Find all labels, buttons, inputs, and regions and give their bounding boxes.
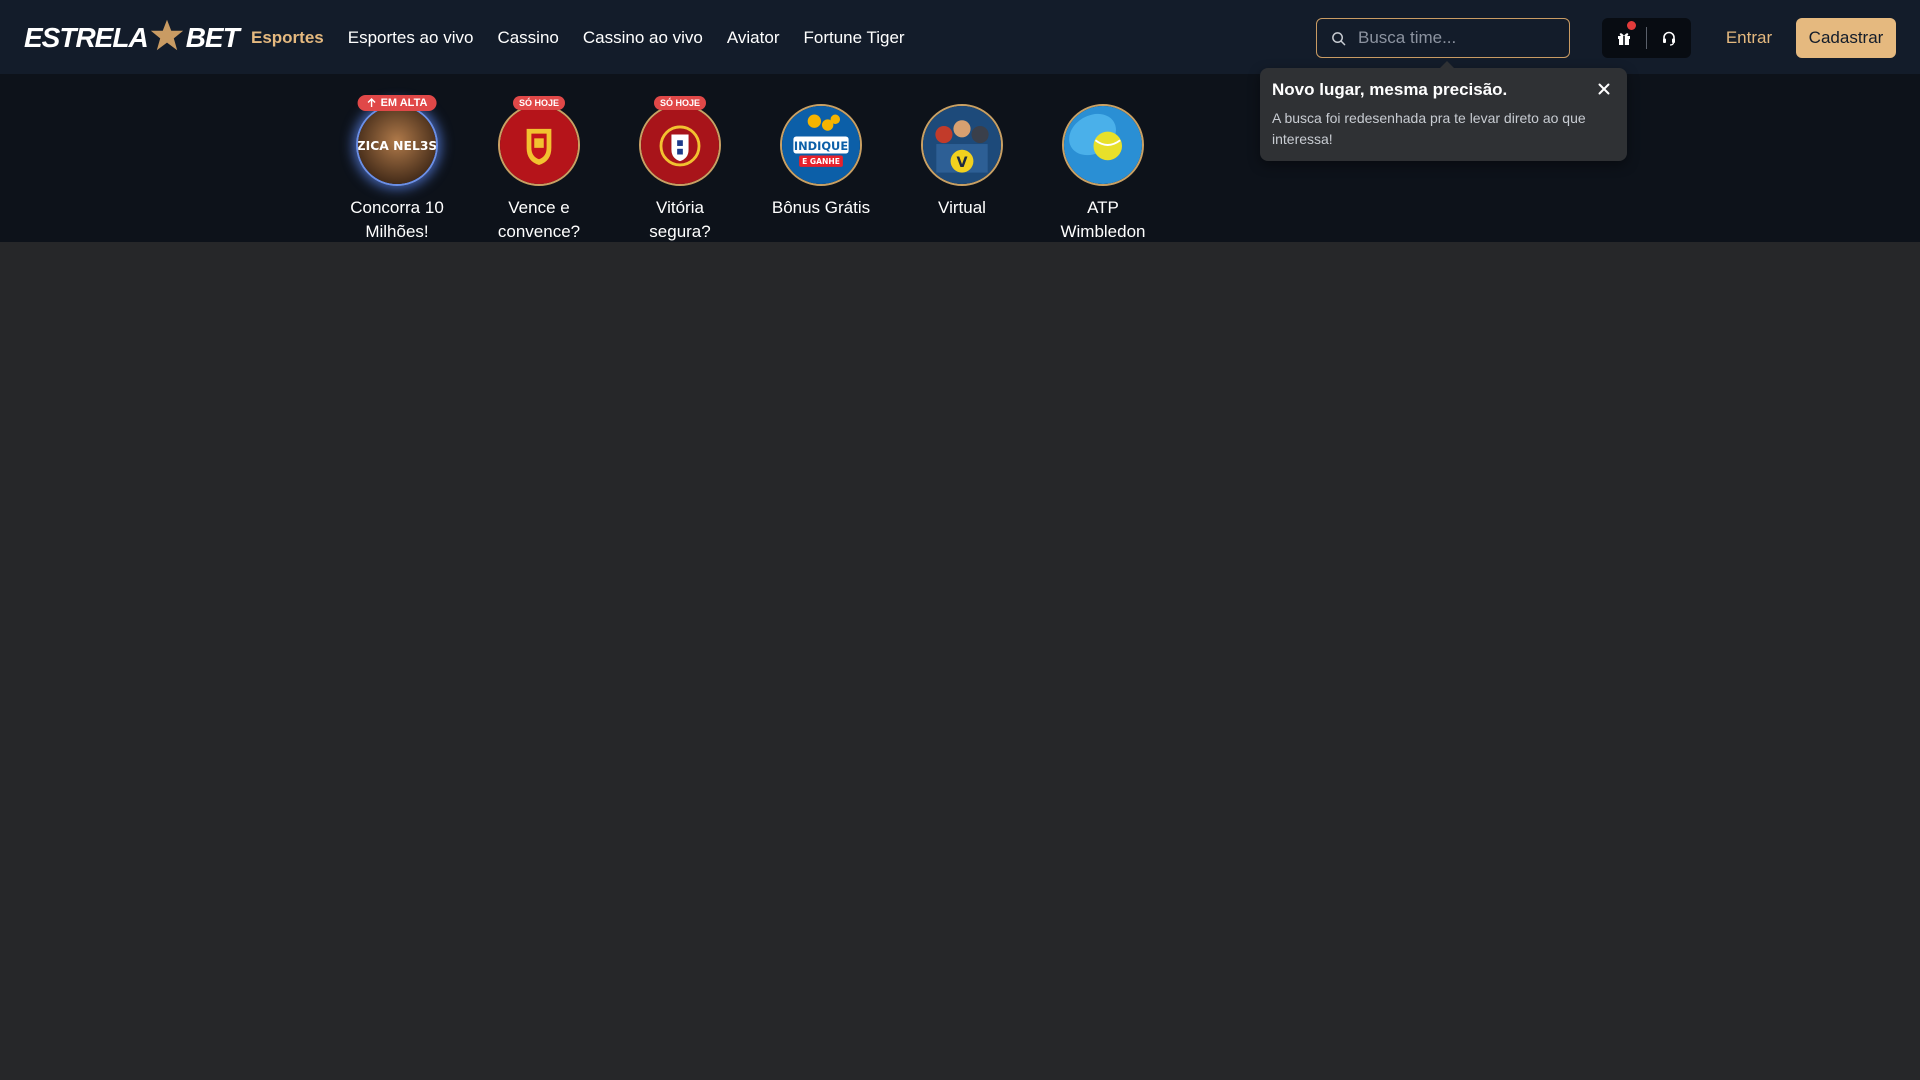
tooltip-close-button[interactable] bbox=[1595, 80, 1613, 98]
top-navigation-bar: ESTRELA BET Esportes Esportes ao vivo Ca… bbox=[0, 0, 1920, 76]
story-thumbnail: V bbox=[921, 104, 1003, 186]
arrow-up-icon bbox=[367, 98, 376, 107]
login-link[interactable]: Entrar bbox=[1716, 18, 1782, 58]
story-thumbnail bbox=[498, 104, 580, 186]
nav-item-esportes[interactable]: Esportes bbox=[251, 0, 324, 76]
tennis-ball-icon bbox=[1064, 106, 1142, 184]
today-badge: SÓ HOJE bbox=[653, 96, 707, 110]
story-item-atp-wimbledon[interactable]: ATP Wimbledon bbox=[1048, 104, 1158, 244]
story-label: ATP Wimbledon bbox=[1060, 198, 1146, 241]
star-icon bbox=[150, 19, 183, 51]
virtual-sports-art: V bbox=[923, 106, 1001, 184]
svg-text:V: V bbox=[956, 155, 967, 171]
story-avatar-wrap: EM ALTA ZICA NEL3S bbox=[356, 95, 438, 186]
support-button[interactable] bbox=[1647, 18, 1691, 58]
story-avatar-wrap: INDIQUE E GANHE bbox=[780, 104, 862, 186]
search-box[interactable] bbox=[1316, 18, 1570, 58]
spain-crest-icon bbox=[500, 106, 578, 184]
notification-dot bbox=[1627, 21, 1636, 30]
search-icon bbox=[1332, 31, 1346, 45]
gift-icon bbox=[1618, 33, 1630, 45]
nav-item-aviator[interactable]: Aviator bbox=[727, 0, 780, 76]
refer-bonus-art: INDIQUE E GANHE bbox=[782, 106, 860, 184]
nav-item-cassino[interactable]: Cassino bbox=[497, 0, 558, 76]
story-thumbnail bbox=[1062, 104, 1144, 186]
story-avatar-wrap bbox=[1062, 104, 1144, 186]
story-label: Concorra 10 Milhões! bbox=[350, 198, 444, 241]
close-icon bbox=[1598, 83, 1610, 95]
svg-text:E GANHE: E GANHE bbox=[802, 157, 840, 166]
story-avatar-wrap: SÓ HOJE bbox=[639, 96, 721, 186]
search-input[interactable] bbox=[1358, 28, 1558, 48]
story-thumbnail bbox=[639, 104, 721, 186]
story-avatar-wrap: SÓ HOJE bbox=[498, 96, 580, 186]
headset-icon bbox=[1663, 31, 1675, 46]
header-icon-group bbox=[1602, 18, 1691, 58]
story-thumbnail: INDIQUE E GANHE bbox=[780, 104, 862, 186]
stories-bar: EM ALTA ZICA NEL3S Concorra 10 Milhões! bbox=[0, 74, 1920, 242]
logo-text-left: ESTRELA bbox=[24, 22, 149, 53]
nav-item-esportes-ao-vivo[interactable]: Esportes ao vivo bbox=[348, 0, 474, 76]
story-item-vence[interactable]: SÓ HOJE Vence e convence? bbox=[484, 96, 594, 244]
promo-art-image: ZICA NEL3S bbox=[358, 106, 436, 184]
logo-text-right: BET bbox=[185, 22, 240, 53]
story-item-virtual[interactable]: V Virtual bbox=[907, 104, 1017, 220]
nav-item-fortune-tiger[interactable]: Fortune Tiger bbox=[803, 0, 904, 76]
trending-badge: EM ALTA bbox=[357, 95, 437, 111]
story-item-vitoria[interactable]: SÓ HOJE Vitória segura? bbox=[625, 96, 735, 244]
gift-button[interactable] bbox=[1602, 18, 1646, 58]
estrelabet-logo[interactable]: ESTRELA BET bbox=[24, 18, 240, 58]
tooltip-text: A busca foi redesenhada pra te levar dir… bbox=[1272, 110, 1586, 147]
portugal-crest-icon bbox=[641, 106, 719, 184]
svg-text:ZICA NEL3S: ZICA NEL3S bbox=[358, 139, 436, 153]
signup-button[interactable]: Cadastrar bbox=[1796, 18, 1896, 58]
tooltip-title: Novo lugar, mesma precisão. bbox=[1272, 80, 1508, 99]
story-thumbnail: ZICA NEL3S bbox=[356, 104, 438, 186]
story-label: Vitória segura? bbox=[649, 198, 711, 241]
nav-item-cassino-ao-vivo[interactable]: Cassino ao vivo bbox=[583, 0, 703, 76]
story-label: Virtual bbox=[938, 198, 986, 217]
today-badge: SÓ HOJE bbox=[512, 96, 566, 110]
search-tooltip: Novo lugar, mesma precisão. A busca foi … bbox=[1260, 61, 1627, 161]
svg-text:INDIQUE: INDIQUE bbox=[794, 139, 848, 153]
story-item-bonus[interactable]: INDIQUE E GANHE Bônus Grátis bbox=[766, 104, 876, 220]
story-item-concorra[interactable]: EM ALTA ZICA NEL3S Concorra 10 Milhões! bbox=[342, 95, 452, 244]
main-nav: Esportes Esportes ao vivo Cassino Cassin… bbox=[251, 0, 929, 76]
story-avatar-wrap: V bbox=[921, 104, 1003, 186]
story-label: Bônus Grátis bbox=[771, 198, 871, 217]
story-label: Vence e convence? bbox=[497, 198, 581, 241]
